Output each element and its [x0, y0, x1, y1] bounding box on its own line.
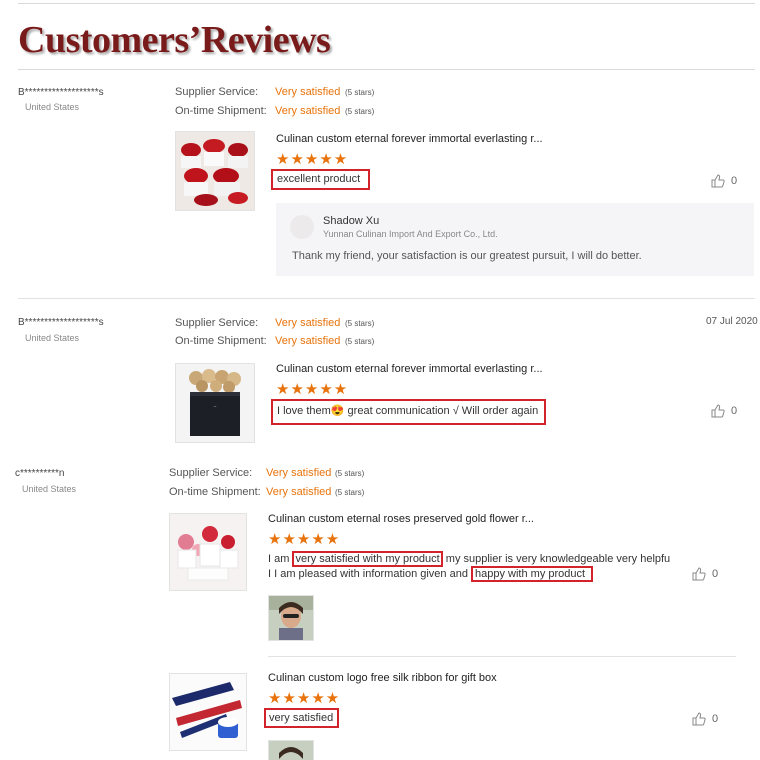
supplier-service-stars: (5 stars): [345, 319, 375, 328]
shipment-stars: (5 stars): [335, 488, 365, 497]
like-button[interactable]: 0: [711, 404, 737, 418]
shipment-value: Very satisfied: [266, 486, 332, 498]
shipment-label: On-time Shipment:: [175, 335, 267, 347]
review-comment-line: I am very satisfied with my product my s…: [268, 551, 671, 567]
shipment-value: Very satisfied: [275, 105, 341, 117]
thumbs-up-icon: [692, 567, 706, 581]
review-comment-line: I I am pleased with information given an…: [268, 566, 594, 582]
shipment-value: Very satisfied: [275, 335, 341, 347]
product-thumbnail[interactable]: ~: [175, 363, 255, 443]
product-thumbnail[interactable]: [169, 513, 247, 591]
shipment-label: On-time Shipment:: [175, 105, 267, 117]
supplier-service-label: Supplier Service:: [175, 86, 259, 98]
avatar: [290, 215, 314, 239]
seller-company: Yunnan Culinan Import And Export Co., Lt…: [323, 229, 498, 239]
review-photo[interactable]: [268, 740, 314, 760]
like-button[interactable]: 0: [692, 567, 718, 581]
product-title[interactable]: Culinan custom eternal forever immortal …: [276, 133, 543, 145]
shipment-stars: (5 stars): [345, 107, 375, 116]
supplier-service-label: Supplier Service:: [169, 467, 253, 479]
svg-text:~: ~: [214, 405, 217, 410]
supplier-service-value: Very satisfied: [275, 86, 341, 98]
review-divider: [18, 298, 755, 299]
shipment-label: On-time Shipment:: [169, 486, 261, 498]
supplier-service-label: Supplier Service:: [175, 317, 259, 329]
thumbs-up-icon: [692, 712, 706, 726]
supplier-service-value: Very satisfied: [266, 467, 332, 479]
review-comment: excellent product: [271, 169, 370, 190]
reviewer-name: c**********n: [15, 468, 65, 479]
thumbs-up-icon: [711, 174, 725, 188]
supplier-service-stars: (5 stars): [345, 88, 375, 97]
product-title[interactable]: Culinan custom logo free silk ribbon for…: [268, 672, 497, 684]
product-title[interactable]: Culinan custom eternal forever immortal …: [276, 363, 543, 375]
product-thumbnail[interactable]: [175, 131, 255, 211]
supplier-service-value: Very satisfied: [275, 317, 341, 329]
reviewer-name: B*******************s: [18, 317, 104, 328]
review-comment: very satisfied: [264, 708, 339, 728]
top-divider: [18, 3, 755, 4]
reply-text: Thank my friend, your satisfaction is ou…: [292, 250, 642, 262]
star-rating: ★★★★★: [276, 151, 349, 168]
page-title: Customers’Reviews: [18, 19, 331, 61]
reviewer-country: United States: [25, 102, 80, 112]
like-button[interactable]: 0: [711, 174, 737, 188]
product-title[interactable]: Culinan custom eternal roses preserved g…: [268, 513, 534, 525]
star-rating: ★★★★★: [276, 381, 349, 398]
reviewer-country: United States: [22, 484, 77, 494]
title-divider: [18, 69, 755, 70]
like-count: 0: [731, 405, 738, 417]
review-photo[interactable]: [268, 595, 314, 641]
review-date: 07 Jul 2020: [706, 316, 758, 327]
reviewer-country: United States: [25, 333, 80, 343]
highlighted-phrase: very satisfied with my product: [292, 551, 443, 567]
seller-name: Shadow Xu: [323, 215, 380, 227]
like-count: 0: [731, 175, 738, 187]
product-thumbnail[interactable]: [169, 673, 247, 751]
reviewer-name: B*******************s: [18, 87, 104, 98]
thumbs-up-icon: [711, 404, 725, 418]
highlighted-phrase: happy with my product: [471, 566, 594, 582]
seller-reply: Shadow Xu Yunnan Culinan Import And Expo…: [276, 203, 754, 276]
like-count: 0: [712, 713, 719, 725]
star-rating: ★★★★★: [268, 690, 341, 707]
shipment-stars: (5 stars): [345, 337, 375, 346]
like-count: 0: [712, 568, 719, 580]
star-rating: ★★★★★: [268, 531, 341, 548]
like-button[interactable]: 0: [692, 712, 718, 726]
product-divider: [268, 656, 736, 657]
supplier-service-stars: (5 stars): [335, 469, 365, 478]
review-comment: I love them😍 great communication √ Will …: [271, 399, 546, 425]
